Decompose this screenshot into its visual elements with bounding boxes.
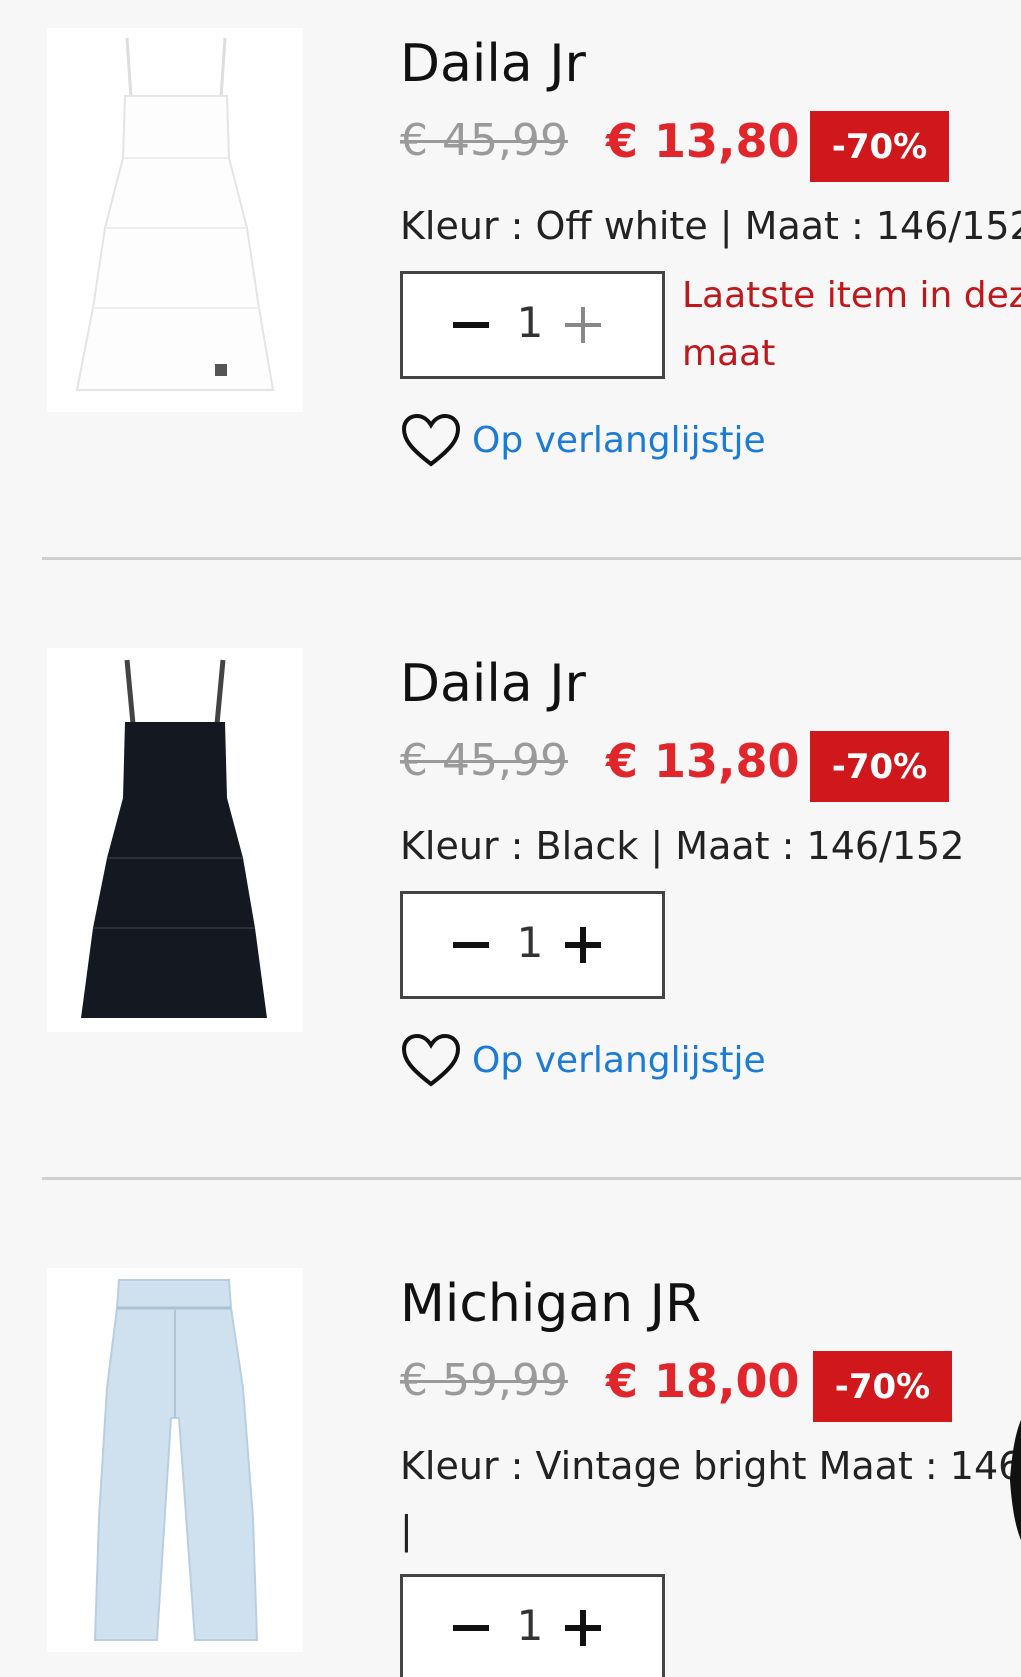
- product-title[interactable]: Daila Jr: [400, 34, 586, 94]
- product-attributes-line: |: [400, 1508, 413, 1552]
- quantity-stepper: 1: [400, 271, 665, 379]
- increase-quantity-button[interactable]: [553, 274, 613, 376]
- discount-badge: -70%: [810, 731, 949, 802]
- stock-warning-line: Laatste item in deze: [682, 275, 1021, 316]
- quantity-stepper: 1: [400, 1574, 665, 1677]
- product-image[interactable]: [47, 648, 303, 1032]
- discount-badge: -70%: [810, 111, 949, 182]
- product-attributes: Kleur : Black | Maat : 146/152: [400, 824, 965, 868]
- wishlist-label: Op verlanglijstje: [472, 1039, 766, 1081]
- add-to-wishlist-button[interactable]: Op verlanglijstje: [400, 1030, 766, 1090]
- heart-icon: [401, 413, 461, 467]
- quantity-stepper: 1: [400, 891, 665, 999]
- discount-badge: -70%: [813, 1351, 952, 1422]
- increase-quantity-button[interactable]: [553, 894, 613, 996]
- decrease-quantity-button[interactable]: [441, 1577, 501, 1677]
- product-title[interactable]: Michigan JR: [400, 1274, 701, 1334]
- minus-icon: [453, 1625, 489, 1631]
- plus-icon: [565, 927, 601, 963]
- minus-icon: [453, 942, 489, 948]
- sale-price: € 13,80: [606, 114, 800, 168]
- plus-icon: [565, 307, 601, 343]
- original-price: € 45,99: [400, 115, 568, 166]
- decrease-quantity-button[interactable]: [441, 274, 501, 376]
- wishlist-label: Op verlanglijstje: [472, 419, 766, 461]
- sale-price: € 13,80: [606, 734, 800, 788]
- jeans-icon: [93, 1279, 259, 1641]
- product-image[interactable]: [47, 28, 303, 412]
- item-divider: [42, 557, 1021, 560]
- increase-quantity-button[interactable]: [553, 1577, 613, 1677]
- sale-price: € 18,00: [606, 1354, 800, 1408]
- quantity-value[interactable]: 1: [505, 298, 555, 347]
- product-attributes: Kleur : Vintage bright Maat : 146/ |: [400, 1434, 1021, 1562]
- minus-icon: [453, 322, 489, 328]
- black-dress-icon: [81, 659, 267, 1018]
- quantity-value[interactable]: 1: [505, 1601, 555, 1650]
- chat-widget-edge[interactable]: [1010, 1420, 1021, 1540]
- cart-page: Daila Jr € 45,99 € 13,80 -70% Kleur : Of…: [0, 0, 1021, 1677]
- plus-icon: [565, 1610, 601, 1646]
- product-attributes-line: Kleur : Vintage bright Maat : 146/: [400, 1444, 1021, 1488]
- product-attributes: Kleur : Off white | Maat : 146/152: [400, 204, 1021, 248]
- add-to-wishlist-button[interactable]: Op verlanglijstje: [400, 410, 766, 470]
- product-image[interactable]: [47, 1268, 303, 1652]
- stock-warning-line: maat: [682, 333, 776, 374]
- quantity-value[interactable]: 1: [505, 918, 555, 967]
- original-price: € 59,99: [400, 1355, 568, 1406]
- stock-warning: Laatste item in deze maat: [682, 267, 1021, 383]
- heart-icon: [401, 1033, 461, 1087]
- product-title[interactable]: Daila Jr: [400, 654, 586, 714]
- item-divider: [42, 1177, 1021, 1180]
- decrease-quantity-button[interactable]: [441, 894, 501, 996]
- original-price: € 45,99: [400, 735, 568, 786]
- white-dress-icon: [75, 37, 275, 391]
